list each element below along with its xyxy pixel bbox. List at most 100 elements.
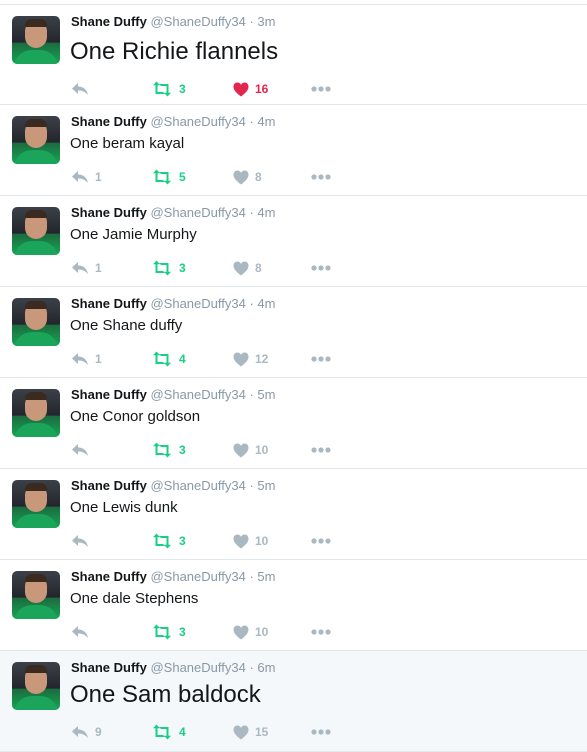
more-icon — [311, 356, 331, 362]
tweet-text: One Conor goldson — [70, 408, 201, 425]
retweet-icon — [151, 351, 173, 367]
avatar[interactable] — [12, 207, 60, 255]
timestamp[interactable]: 4m — [257, 114, 275, 129]
like-button[interactable]: 10 — [233, 622, 268, 642]
more-icon — [311, 447, 331, 453]
username[interactable]: @ShaneDuffy34 — [150, 296, 245, 311]
timestamp[interactable]: 4m — [257, 205, 275, 220]
display-name[interactable]: Shane Duffy — [71, 296, 147, 311]
timestamp[interactable]: 3m — [257, 14, 275, 29]
username[interactable]: @ShaneDuffy34 — [150, 205, 245, 220]
avatar[interactable] — [12, 116, 60, 164]
more-button[interactable] — [311, 440, 331, 460]
reply-button[interactable] — [71, 531, 95, 551]
timestamp[interactable]: 6m — [257, 660, 275, 675]
display-name[interactable]: Shane Duffy — [71, 660, 147, 675]
more-button[interactable] — [311, 349, 331, 369]
retweet-button[interactable]: 3 — [151, 622, 186, 642]
display-name[interactable]: Shane Duffy — [71, 14, 147, 29]
reply-button[interactable]: 1 — [71, 167, 102, 187]
retweet-icon — [151, 169, 173, 185]
timestamp[interactable]: 5m — [257, 569, 275, 584]
like-button[interactable]: 8 — [233, 167, 262, 187]
retweet-count: 4 — [179, 725, 186, 739]
display-name[interactable]: Shane Duffy — [71, 114, 147, 129]
like-button[interactable]: 15 — [233, 722, 268, 742]
reply-button[interactable]: 9 — [71, 722, 102, 742]
like-button[interactable]: 12 — [233, 349, 268, 369]
heart-icon — [233, 261, 249, 276]
tweet[interactable]: Shane Duffy @ShaneDuffy34 · 5m One Conor … — [0, 378, 587, 469]
avatar[interactable] — [12, 662, 60, 710]
retweet-icon — [151, 624, 173, 640]
like-count: 8 — [255, 261, 262, 275]
retweet-button[interactable]: 3 — [151, 531, 186, 551]
reply-button[interactable] — [71, 622, 95, 642]
more-button[interactable] — [311, 531, 331, 551]
username[interactable]: @ShaneDuffy34 — [150, 660, 245, 675]
reply-button[interactable] — [71, 440, 95, 460]
username[interactable]: @ShaneDuffy34 — [150, 387, 245, 402]
tweet-header: Shane Duffy @ShaneDuffy34 · 5m — [71, 387, 275, 403]
display-name[interactable]: Shane Duffy — [71, 205, 147, 220]
more-button[interactable] — [311, 622, 331, 642]
username[interactable]: @ShaneDuffy34 — [150, 478, 245, 493]
heart-icon — [233, 170, 249, 185]
separator-dot: · — [249, 14, 254, 29]
like-button[interactable]: 10 — [233, 440, 268, 460]
more-button[interactable] — [311, 722, 331, 742]
reply-button[interactable]: 1 — [71, 349, 102, 369]
username[interactable]: @ShaneDuffy34 — [150, 14, 245, 29]
like-count: 10 — [255, 443, 269, 457]
display-name[interactable]: Shane Duffy — [71, 387, 147, 402]
retweet-button[interactable]: 3 — [151, 258, 186, 278]
reply-icon — [71, 82, 89, 96]
username[interactable]: @ShaneDuffy34 — [150, 114, 245, 129]
retweet-button[interactable]: 4 — [151, 349, 186, 369]
avatar[interactable] — [12, 571, 60, 619]
retweet-icon — [151, 442, 173, 458]
display-name[interactable]: Shane Duffy — [71, 478, 147, 493]
tweet-header: Shane Duffy @ShaneDuffy34 · 5m — [71, 569, 275, 585]
timestamp[interactable]: 4m — [257, 296, 275, 311]
tweet[interactable]: Shane Duffy @ShaneDuffy34 · 4m One beram … — [0, 105, 587, 196]
more-button[interactable] — [311, 258, 331, 278]
retweet-count: 3 — [179, 443, 186, 457]
more-button[interactable] — [311, 167, 331, 187]
retweet-button[interactable]: 4 — [151, 722, 186, 742]
more-icon — [311, 174, 331, 180]
reply-button[interactable] — [71, 79, 95, 99]
timestamp[interactable]: 5m — [257, 478, 275, 493]
avatar[interactable] — [12, 389, 60, 437]
more-icon — [311, 729, 331, 735]
heart-icon — [233, 534, 249, 549]
avatar[interactable] — [12, 16, 60, 64]
heart-icon — [233, 443, 249, 458]
heart-icon — [233, 725, 249, 740]
like-button[interactable]: 10 — [233, 531, 268, 551]
tweet[interactable]: Shane Duffy @ShaneDuffy34 · 6m One Sam ba… — [0, 651, 587, 752]
tweet[interactable]: Shane Duffy @ShaneDuffy34 · 4m One Shane … — [0, 287, 587, 378]
tweet[interactable]: Shane Duffy @ShaneDuffy34 · 3m One Richie… — [0, 5, 587, 105]
like-button[interactable]: 16 — [233, 79, 268, 99]
heart-icon — [233, 352, 249, 367]
reply-button[interactable]: 1 — [71, 258, 102, 278]
timestamp[interactable]: 5m — [257, 387, 275, 402]
tweet[interactable]: Shane Duffy @ShaneDuffy34 · 5m One dale S… — [0, 560, 587, 651]
username[interactable]: @ShaneDuffy34 — [150, 569, 245, 584]
display-name[interactable]: Shane Duffy — [71, 569, 147, 584]
avatar[interactable] — [12, 480, 60, 528]
like-button[interactable]: 8 — [233, 258, 262, 278]
tweet-text: One Jamie Murphy — [70, 226, 197, 243]
retweet-button[interactable]: 3 — [151, 440, 186, 460]
tweet[interactable]: Shane Duffy @ShaneDuffy34 · 5m One Lewis … — [0, 469, 587, 560]
avatar[interactable] — [12, 298, 60, 346]
tweet-actions: 3 16 — [71, 79, 391, 99]
reply-count: 1 — [95, 170, 102, 184]
tweet[interactable]: Shane Duffy @ShaneDuffy34 · 4m One Jamie … — [0, 196, 587, 287]
retweet-button[interactable]: 3 — [151, 79, 186, 99]
more-button[interactable] — [311, 79, 331, 99]
tweet-text: One Sam baldock — [70, 681, 261, 708]
retweet-button[interactable]: 5 — [151, 167, 186, 187]
retweet-icon — [151, 81, 173, 97]
